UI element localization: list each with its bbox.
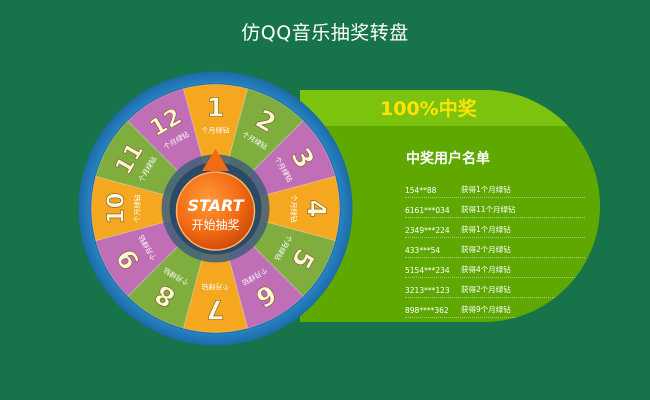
segment-label: 个月绿钻 [202,126,230,135]
winner-prize: 获得11个月绿钻 [461,205,516,214]
start-label-cn: 开始抽奖 [191,218,239,232]
winner-user: 433***54 [405,246,441,255]
panel-headline: 100%中奖 [380,98,477,120]
winner-user: 6161***034 [405,206,450,215]
winner-user: 5154***234 [405,266,450,275]
winner-row: 6161***034 获得11个月绿钻 [405,198,585,218]
start-label-en: START [187,196,244,215]
segment-label: 个月绿钻 [133,195,142,223]
winner-user: 154**88 [405,186,437,195]
winner-prize: 获得1个月绿钻 [461,225,511,234]
segment-label: 个月绿钻 [290,195,299,223]
winner-row: 898****362 获得9个月绿钻 [405,298,585,318]
segment-number: 10 [104,192,130,224]
winner-row: 2349***224 获得1个月绿钻 [405,218,585,238]
winner-user: 898****362 [405,306,449,315]
winner-user: 3213***123 [405,286,450,295]
winner-prize: 获得2个月绿钻 [461,245,511,254]
winner-prize: 获得1个月绿钻 [461,185,511,194]
segment-number: 4 [301,199,331,217]
winner-prize: 获得2个月绿钻 [461,285,511,294]
segment-number: 7 [206,294,224,324]
winner-prize: 获得4个月绿钻 [461,265,511,274]
winner-prize: 获得9个月绿钻 [461,305,511,314]
segment-number: 1 [206,94,224,124]
page-title: 仿QQ音乐抽奖转盘 [241,22,409,44]
winner-list-title: 中奖用户名单 [406,151,490,167]
winner-user: 2349***224 [405,226,450,235]
winner-list: 154**88 获得1个月绿钻 6161***034 获得11个月绿钻 2349**… [405,178,585,318]
wheel-segment-text: 10 个月绿钻 [103,192,142,225]
prize-wheel: 1 个月绿钻 2 个月绿钻 3 个月绿钻 4 个月绿钻 5 个月绿钻 6 个月绿钻 7 个月绿钻 8 个月绿钻… [78,71,353,346]
segment-label: 个月绿钻 [202,283,230,292]
winner-row: 3213***123 获得2个月绿钻 [405,278,585,298]
winner-row: 433***54 获得2个月绿钻 [405,238,585,258]
winner-row: 5154***234 获得4个月绿钻 [405,258,585,278]
winner-row: 154**88 获得1个月绿钻 [405,178,585,198]
